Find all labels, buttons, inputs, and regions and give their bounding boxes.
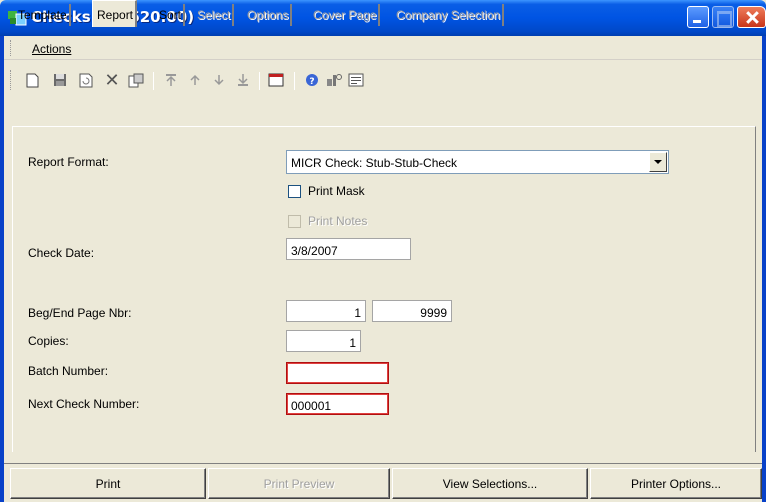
print-button[interactable]: Print (10, 468, 206, 499)
menu-grip (10, 40, 13, 56)
tab-options[interactable]: Options (243, 4, 293, 26)
tab-label: Select (197, 8, 231, 22)
print-preview-button-label: Print Preview (263, 477, 335, 491)
tab-label: Company Selection (396, 8, 501, 22)
minimize-button[interactable] (687, 6, 709, 28)
customize-icon[interactable] (326, 72, 342, 88)
first-icon[interactable] (163, 72, 179, 88)
maximize-button[interactable] (712, 6, 734, 28)
report-format-value: MICR Check: Stub-Stub-Check (291, 156, 458, 170)
view-selections-button-label: View Selections... (442, 477, 538, 491)
copy-icon[interactable] (128, 72, 144, 88)
tab-report[interactable]: Report (92, 0, 138, 27)
toolbar: ✕ ? (4, 62, 762, 96)
print-mask-label: Print Mask (308, 184, 365, 198)
tab-label: Report (97, 8, 134, 22)
print-button-label: Print (95, 477, 121, 491)
print-preview-button[interactable]: Print Preview (208, 468, 390, 499)
tab-company-selection[interactable]: Company Selection (392, 4, 505, 26)
print-notes-label: Print Notes (308, 214, 368, 228)
batch-number-field[interactable] (286, 362, 389, 384)
tab-label: Cover Page (313, 8, 377, 22)
previous-icon[interactable] (187, 72, 203, 88)
next-icon[interactable] (211, 72, 227, 88)
print-notes-checkbox[interactable] (288, 215, 301, 228)
batch-number-label: Batch Number: (28, 364, 109, 378)
view-selections-button[interactable]: View Selections... (392, 468, 588, 499)
end-page-field[interactable]: 9999 (372, 300, 452, 322)
toolbar-separator (153, 72, 154, 90)
refresh-icon[interactable] (78, 72, 94, 88)
page-nbr-label: Beg/End Page Nbr: (28, 306, 132, 320)
print-mask-checkbox[interactable] (288, 185, 301, 198)
chevron-down-icon[interactable] (649, 152, 667, 172)
menu-actions[interactable]: Actions (32, 42, 71, 56)
delete-icon[interactable]: ✕ (104, 70, 120, 90)
new-icon[interactable] (24, 72, 40, 88)
beg-page-field[interactable]: 1 (286, 300, 366, 322)
copies-field[interactable]: 1 (286, 330, 361, 352)
svg-text:?: ? (309, 77, 314, 87)
help-icon[interactable]: ? (304, 72, 320, 88)
window-frame-left (0, 36, 4, 502)
printer-options-button[interactable]: Printer Options... (590, 468, 762, 499)
check-date-label: Check Date: (28, 246, 95, 260)
report-format-select[interactable]: MICR Check: Stub-Stub-Check (286, 150, 669, 174)
window-icon[interactable] (268, 72, 284, 88)
toolbar-grip (10, 70, 13, 90)
toolbar-separator (294, 72, 295, 90)
next-check-field[interactable]: 000001 (286, 393, 389, 415)
last-icon[interactable] (235, 72, 251, 88)
menu-actions-label: Actions (32, 42, 72, 56)
notes-icon[interactable] (348, 72, 364, 88)
window-frame-right (762, 36, 766, 502)
save-icon[interactable] (52, 72, 68, 88)
tab-label: Template (18, 8, 67, 22)
close-button[interactable] (737, 6, 766, 28)
tab-label: Sort (159, 8, 182, 22)
tab-sort[interactable]: Sort (155, 4, 186, 26)
check-date-field[interactable]: 3/8/2007 (286, 238, 411, 260)
tab-select[interactable]: Select (193, 4, 235, 26)
next-check-label: Next Check Number: (28, 397, 140, 411)
printer-options-button-label: Printer Options... (630, 477, 722, 491)
toolbar-separator (259, 72, 260, 90)
tab-cover-page[interactable]: Cover Page (309, 4, 381, 26)
tab-label: Options (247, 8, 289, 22)
copies-label: Copies: (28, 334, 69, 348)
menu-bar: Actions (4, 36, 762, 60)
tab-template[interactable]: Template (14, 4, 71, 26)
report-format-label: Report Format: (28, 155, 109, 169)
